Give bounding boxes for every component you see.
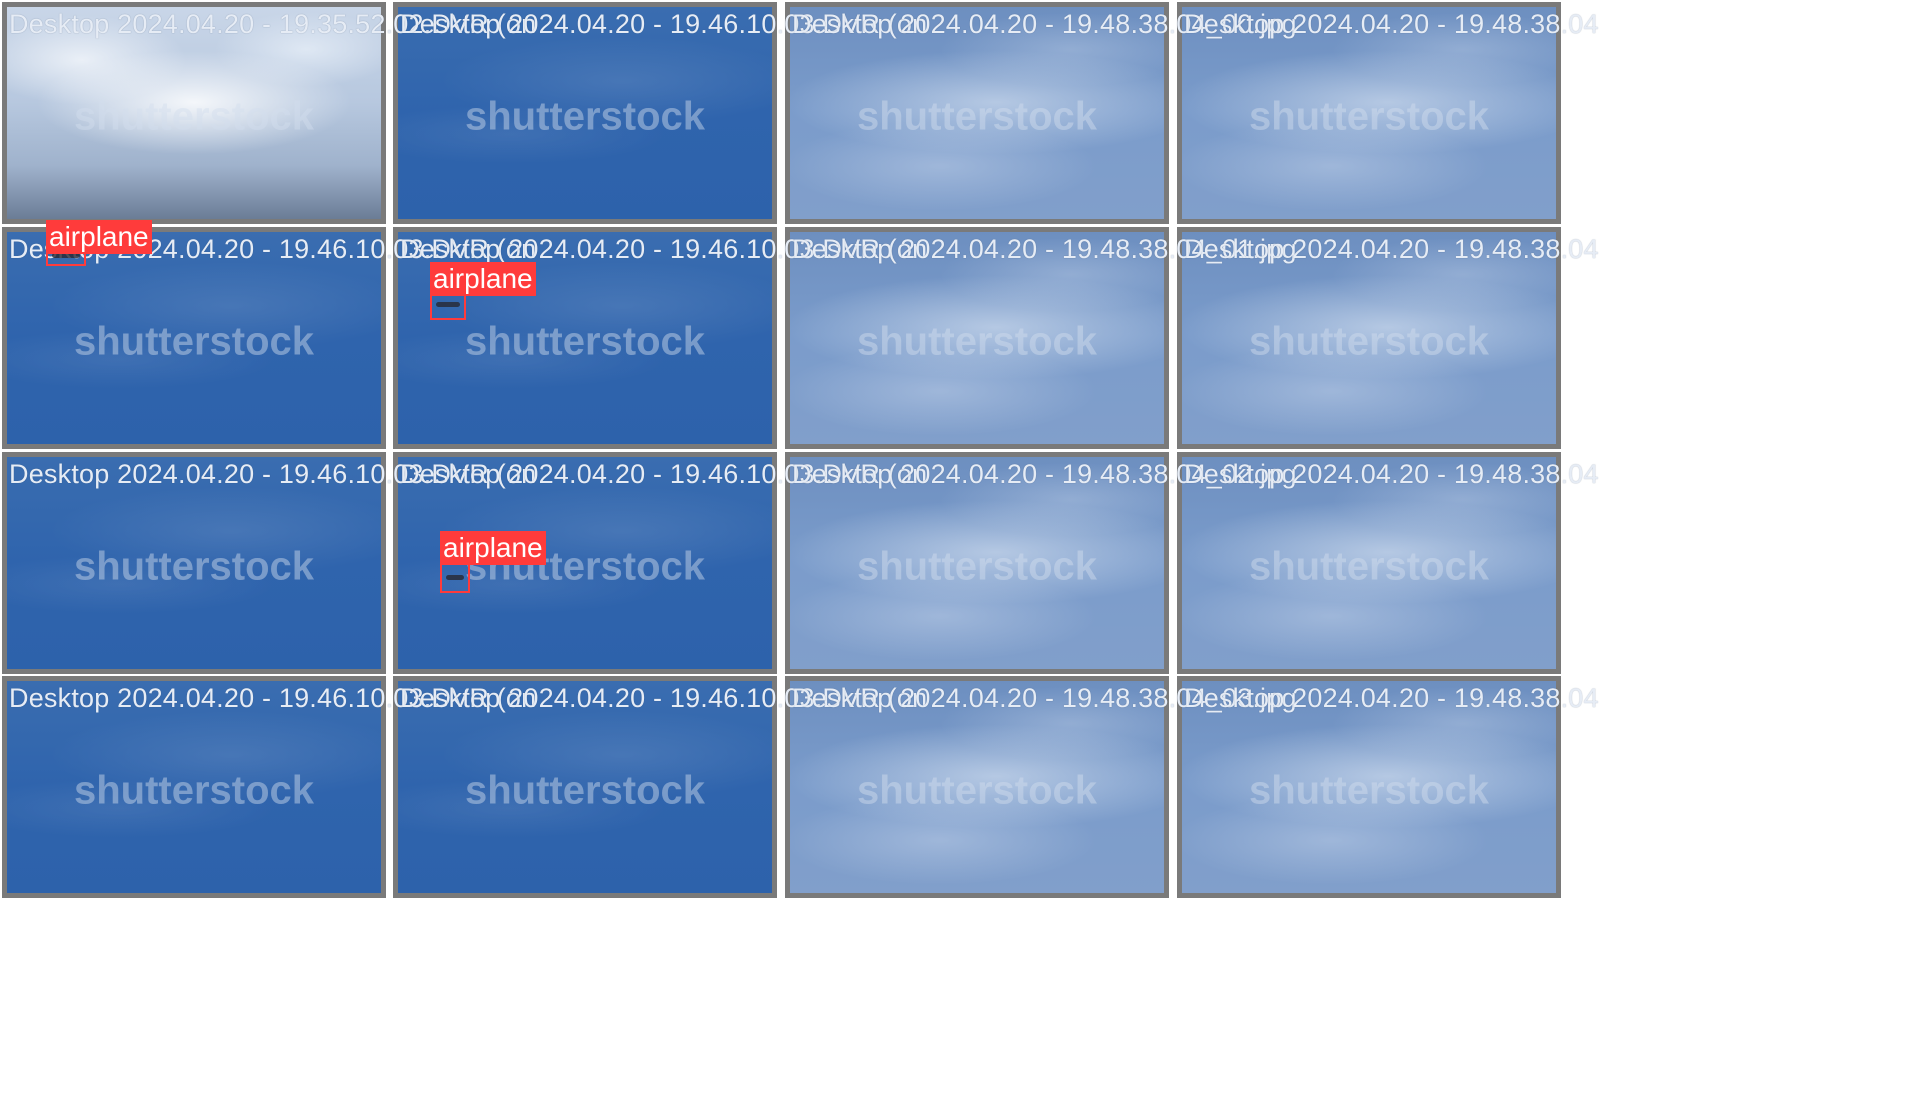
watermark-text: shutterstock: [856, 319, 1098, 364]
thumbnail-tile[interactable]: shutterstock Desktop 2024.04.20 - 19.48.3…: [785, 2, 1297, 224]
thumbnail-tile[interactable]: shutterstock Desktop 2024.04.20 - 19.35.5…: [2, 2, 536, 224]
thumbnail-tile[interactable]: shutterstock Desktop 2024.04.20 - 19.46.1…: [2, 676, 536, 898]
watermark-text: shutterstock: [464, 94, 706, 139]
watermark-text: shutterstock: [1248, 94, 1490, 139]
watermark-text: shutterstock: [856, 94, 1098, 139]
thumbnail-tile[interactable]: shutterstock Desktop 2024.04.20 - 19.48.3…: [785, 452, 1297, 674]
thumbnail-tile[interactable]: shutterstock Desktop 2024.04.20 - 19.48.3…: [1177, 2, 1599, 224]
watermark-text: shutterstock: [73, 319, 315, 364]
thumbnail-tile[interactable]: shutterstock Desktop 2024.04.20 - 19.46.1…: [393, 227, 927, 449]
tile-title: Desktop 2024.04.20 - 19.48.38.04: [1184, 459, 1599, 489]
thumbnail-tile[interactable]: shutterstock Desktop 2024.04.20 - 19.48.3…: [1177, 452, 1599, 674]
tile-title: Desktop 2024.04.20 - 19.48.38.04: [1184, 234, 1599, 264]
watermark-text: shutterstock: [464, 319, 706, 364]
thumbnail-tile[interactable]: shutterstock Desktop 2024.04.20 - 19.46.1…: [393, 2, 927, 224]
thumbnail-tile[interactable]: shutterstock Desktop 2024.04.20 - 19.46.1…: [393, 676, 927, 898]
watermark-text: shutterstock: [1248, 544, 1490, 589]
tile-title: Desktop 2024.04.20 - 19.48.38.04: [1184, 683, 1599, 713]
watermark-text: shutterstock: [464, 768, 706, 813]
watermark-text: shutterstock: [73, 544, 315, 589]
thumbnail-tile[interactable]: shutterstock Desktop 2024.04.20 - 19.48.3…: [785, 676, 1297, 898]
watermark-text: shutterstock: [856, 768, 1098, 813]
thumbnail-grid: shutterstock Desktop 2024.04.20 - 19.35.5…: [0, 0, 1920, 1100]
airplane-icon: [446, 575, 464, 580]
thumbnail-tile[interactable]: shutterstock Desktop 2024.04.20 - 19.48.3…: [785, 227, 1297, 449]
watermark-text: shutterstock: [1248, 768, 1490, 813]
tile-title: Desktop 2024.04.20 - 19.48.38.04: [1184, 9, 1599, 39]
watermark-text: shutterstock: [856, 544, 1098, 589]
thumbnail-tile[interactable]: shutterstock Desktop 2024.04.20 - 19.46.1…: [2, 452, 536, 674]
thumbnail-tile[interactable]: shutterstock Desktop 2024.04.20 - 19.48.3…: [1177, 227, 1599, 449]
watermark-text: shutterstock: [73, 768, 315, 813]
thumbnail-tile[interactable]: shutterstock Desktop 2024.04.20 - 19.48.3…: [1177, 676, 1599, 898]
detection-label: airplane: [46, 220, 152, 254]
watermark-text: shutterstock: [1248, 319, 1490, 364]
detection-label: airplane: [440, 531, 546, 565]
watermark-text: shutterstock: [73, 94, 315, 139]
detection-label: airplane: [430, 262, 536, 296]
airplane-icon: [436, 302, 460, 307]
